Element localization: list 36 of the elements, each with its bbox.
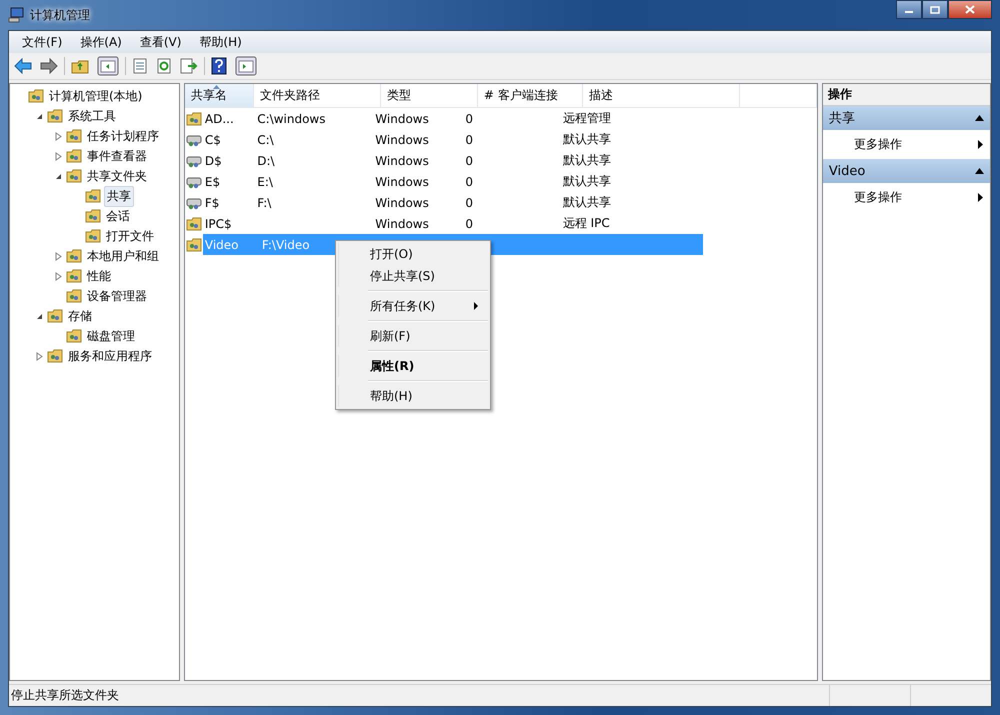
window-title: 计算机管理 — [30, 6, 90, 24]
table-cell: 0 — [465, 154, 473, 168]
section-title: 共享 — [828, 110, 855, 127]
actions-header: 操作 — [822, 84, 990, 106]
table-cell: D:\ — [257, 154, 275, 168]
section-title: Video — [828, 164, 866, 178]
table-cell: 0 — [465, 132, 473, 146]
table-cell: D$ — [204, 154, 222, 168]
table-cell: C$ — [204, 132, 221, 146]
table-cell: E:\ — [257, 174, 273, 188]
table-cell: E$ — [204, 174, 220, 188]
table-cell: 远程管理 — [562, 110, 611, 127]
table-cell: F$ — [204, 196, 220, 210]
table-cell: 0 — [465, 174, 473, 188]
table-cell: 0 — [465, 112, 473, 126]
table-cell: 默认共享 — [562, 194, 611, 211]
table-cell: Windows — [375, 112, 429, 126]
table-cell: AD... — [204, 112, 234, 126]
table-cell: Windows — [375, 216, 429, 230]
status-text: 停止共享所选文件夹 — [10, 687, 120, 704]
table-cell: 远程 IPC — [562, 215, 610, 232]
table-cell: Windows — [375, 196, 429, 210]
table-cell: 默认共享 — [562, 152, 611, 169]
table-cell: F:\Video — [262, 238, 310, 252]
table-cell: 默认共享 — [562, 131, 611, 148]
table-cell: Windows — [375, 174, 429, 188]
table-cell: Windows — [375, 154, 429, 168]
table-cell: Windows — [375, 132, 429, 146]
table-cell: Video — [204, 238, 239, 252]
table-cell: 默认共享 — [562, 173, 611, 190]
table-cell: IPC$ — [204, 216, 232, 230]
table-cell: 0 — [465, 196, 473, 210]
table-cell: C:\windows — [257, 112, 326, 126]
table-cell: F:\ — [257, 196, 272, 210]
table-cell: C:\ — [257, 132, 274, 146]
table-cell: 0 — [465, 216, 473, 230]
